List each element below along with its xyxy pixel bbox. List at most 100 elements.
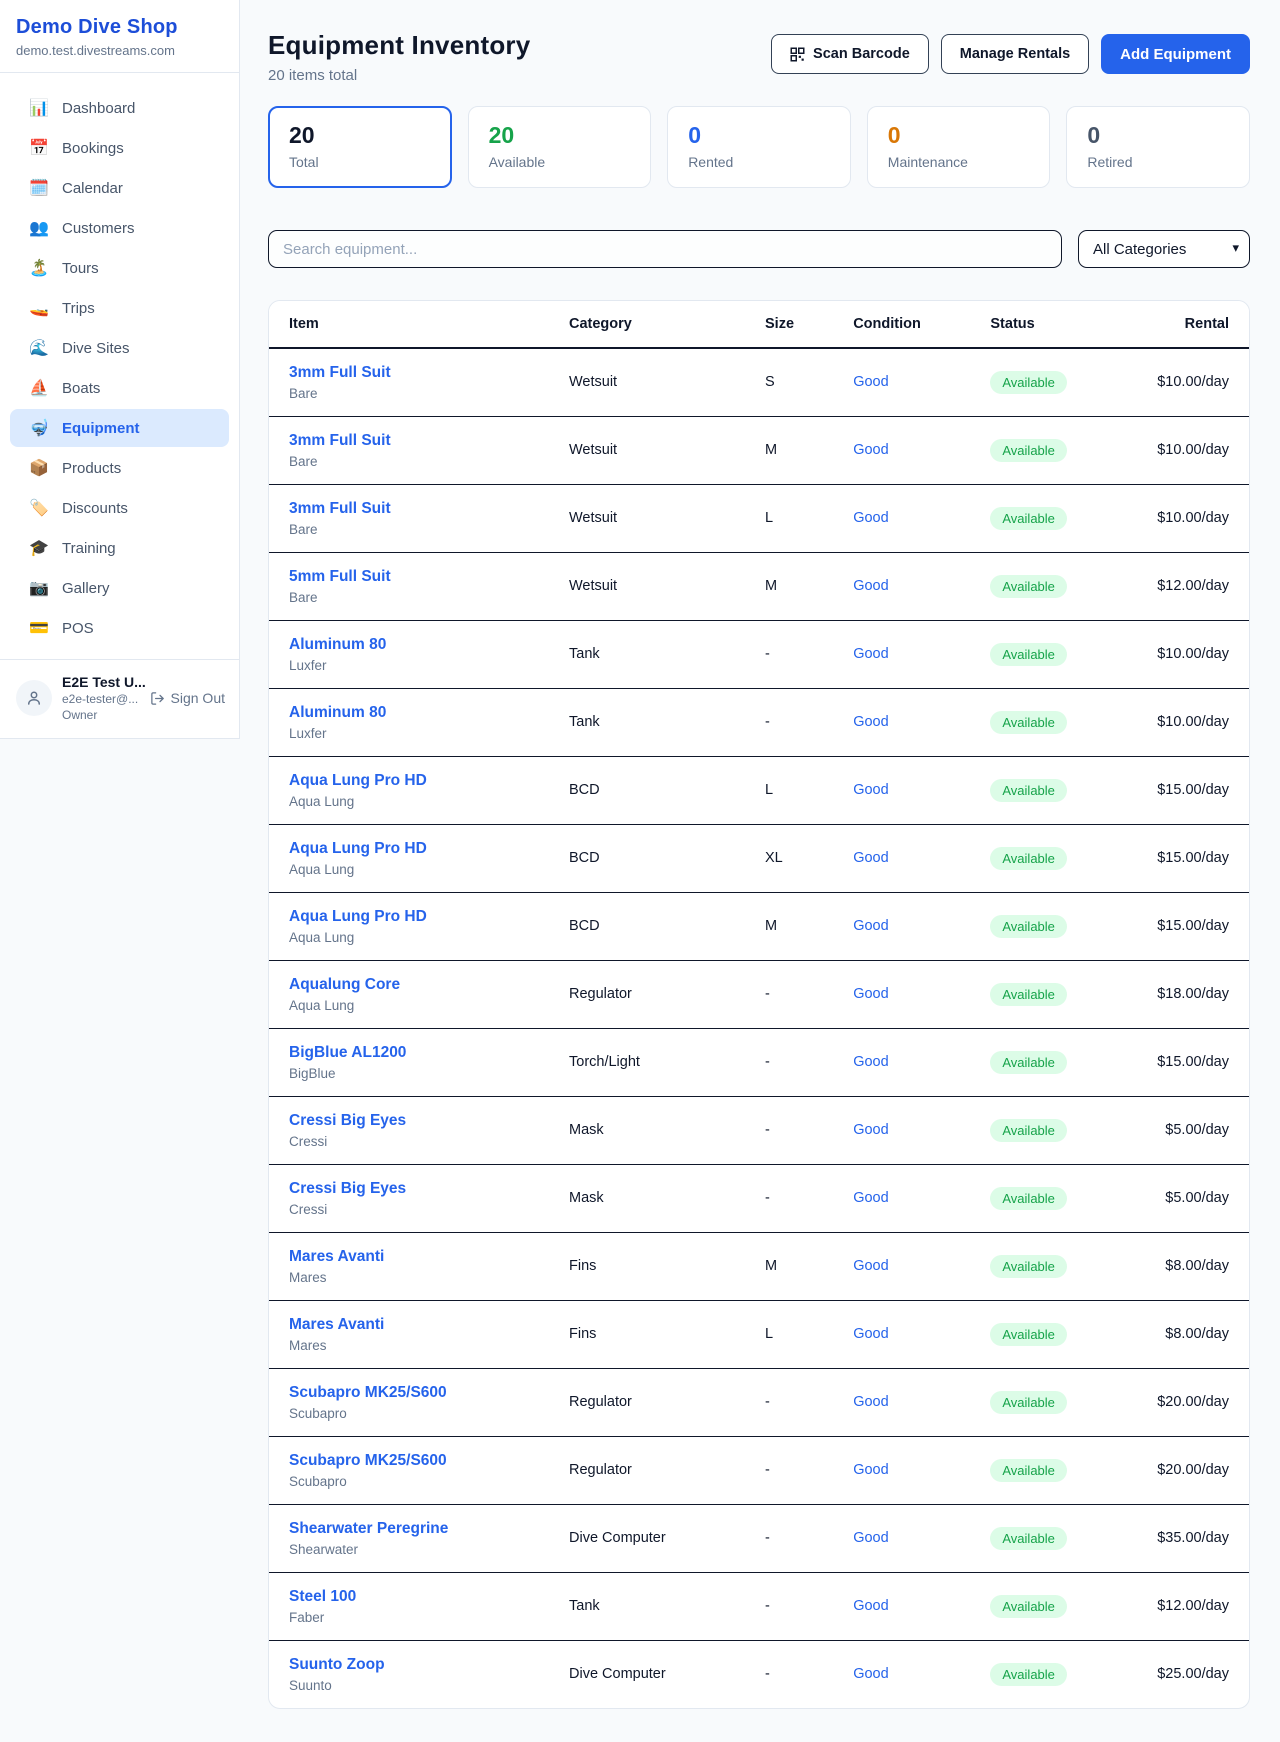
- sidebar-item-equipment[interactable]: 🤿Equipment: [10, 409, 229, 447]
- manage-rentals-button[interactable]: Manage Rentals: [941, 34, 1089, 74]
- condition-link[interactable]: Good: [853, 510, 888, 526]
- sidebar-item-tours[interactable]: 🏝️Tours: [10, 249, 229, 287]
- condition-link[interactable]: Good: [853, 442, 888, 458]
- item-name-link[interactable]: Scubapro MK25/S600: [289, 1384, 447, 1402]
- condition-link[interactable]: Good: [853, 1462, 888, 1478]
- condition-link[interactable]: Good: [853, 1190, 888, 1206]
- item-name-link[interactable]: Cressi Big Eyes: [289, 1112, 406, 1130]
- sidebar-item-label: Gallery: [62, 580, 110, 597]
- category-filter-wrap: All Categories ▾: [1078, 230, 1250, 268]
- condition-link[interactable]: Good: [853, 646, 888, 662]
- item-category: Regulator: [563, 1436, 759, 1504]
- gallery-icon: 📷: [28, 578, 50, 598]
- condition-link[interactable]: Good: [853, 1258, 888, 1274]
- condition-link[interactable]: Good: [853, 1394, 888, 1410]
- sidebar-item-calendar[interactable]: 🗓️Calendar: [10, 169, 229, 207]
- sidebar-item-pos[interactable]: 💳POS: [10, 609, 229, 647]
- add-equipment-button[interactable]: Add Equipment: [1101, 34, 1250, 74]
- search-input[interactable]: [268, 230, 1062, 268]
- sidebar-item-bookings[interactable]: 📅Bookings: [10, 129, 229, 167]
- table-row: Mares AvantiMaresFinsMGoodAvailable$8.00…: [269, 1232, 1249, 1300]
- rental-rate: $12.00/day: [1122, 552, 1249, 620]
- rental-rate: $25.00/day: [1122, 1640, 1249, 1708]
- item-brand: Mares: [289, 1338, 557, 1353]
- condition-link[interactable]: Good: [853, 1054, 888, 1070]
- sign-out-button[interactable]: Sign Out: [150, 690, 227, 706]
- sidebar-item-dive-sites[interactable]: 🌊Dive Sites: [10, 329, 229, 367]
- condition-link[interactable]: Good: [853, 374, 888, 390]
- sidebar-item-dashboard[interactable]: 📊Dashboard: [10, 89, 229, 127]
- item-name-link[interactable]: BigBlue AL1200: [289, 1044, 406, 1062]
- condition-link[interactable]: Good: [853, 1326, 888, 1342]
- item-name-link[interactable]: Steel 100: [289, 1588, 356, 1606]
- item-size: -: [759, 620, 847, 688]
- sidebar-item-training[interactable]: 🎓Training: [10, 529, 229, 567]
- item-size: -: [759, 1096, 847, 1164]
- item-name-link[interactable]: 5mm Full Suit: [289, 568, 391, 586]
- item-name-link[interactable]: Scubapro MK25/S600: [289, 1452, 447, 1470]
- item-name-link[interactable]: Aluminum 80: [289, 636, 386, 654]
- condition-link[interactable]: Good: [853, 1122, 888, 1138]
- sidebar-item-discounts[interactable]: 🏷️Discounts: [10, 489, 229, 527]
- item-size: -: [759, 1504, 847, 1572]
- item-size: -: [759, 1028, 847, 1096]
- sidebar-item-trips[interactable]: 🚤Trips: [10, 289, 229, 327]
- stat-value: 20: [289, 122, 431, 149]
- table-row: Aqua Lung Pro HDAqua LungBCDXLGoodAvaila…: [269, 824, 1249, 892]
- scan-barcode-label: Scan Barcode: [813, 46, 910, 62]
- condition-link[interactable]: Good: [853, 1530, 888, 1546]
- item-name-link[interactable]: 3mm Full Suit: [289, 432, 391, 450]
- stat-card-rented[interactable]: 0Rented: [667, 106, 851, 188]
- stat-card-total[interactable]: 20Total: [268, 106, 452, 188]
- item-name-link[interactable]: Suunto Zoop: [289, 1656, 385, 1674]
- item-name-link[interactable]: 3mm Full Suit: [289, 364, 391, 382]
- item-brand: Aqua Lung: [289, 794, 557, 809]
- table-row: 3mm Full SuitBareWetsuitMGoodAvailable$1…: [269, 416, 1249, 484]
- stat-card-available[interactable]: 20Available: [468, 106, 652, 188]
- item-name-link[interactable]: 3mm Full Suit: [289, 500, 391, 518]
- stat-label: Available: [489, 154, 631, 170]
- table-row: 3mm Full SuitBareWetsuitLGoodAvailable$1…: [269, 484, 1249, 552]
- item-brand: Faber: [289, 1610, 557, 1625]
- condition-link[interactable]: Good: [853, 578, 888, 594]
- item-name-link[interactable]: Mares Avanti: [289, 1316, 384, 1334]
- header-actions: Scan Barcode Manage Rentals Add Equipmen…: [771, 34, 1250, 74]
- sidebar-item-products[interactable]: 📦Products: [10, 449, 229, 487]
- item-name-link[interactable]: Aluminum 80: [289, 704, 386, 722]
- condition-link[interactable]: Good: [853, 714, 888, 730]
- sidebar-item-boats[interactable]: ⛵Boats: [10, 369, 229, 407]
- condition-link[interactable]: Good: [853, 850, 888, 866]
- sidebar-item-customers[interactable]: 👥Customers: [10, 209, 229, 247]
- status-badge: Available: [990, 507, 1067, 530]
- user-name: E2E Test U...: [62, 674, 140, 690]
- rental-rate: $8.00/day: [1122, 1232, 1249, 1300]
- sidebar-item-label: Bookings: [62, 140, 124, 157]
- col-header-item: Item: [269, 301, 563, 348]
- item-name-link[interactable]: Aqua Lung Pro HD: [289, 772, 427, 790]
- scan-barcode-button[interactable]: Scan Barcode: [771, 34, 929, 74]
- item-name-link[interactable]: Aqualung Core: [289, 976, 400, 994]
- condition-link[interactable]: Good: [853, 1598, 888, 1614]
- item-category: Dive Computer: [563, 1640, 759, 1708]
- stat-card-maintenance[interactable]: 0Maintenance: [867, 106, 1051, 188]
- item-category: Wetsuit: [563, 552, 759, 620]
- stat-card-retired[interactable]: 0Retired: [1066, 106, 1250, 188]
- condition-link[interactable]: Good: [853, 918, 888, 934]
- rental-rate: $10.00/day: [1122, 620, 1249, 688]
- item-name-link[interactable]: Shearwater Peregrine: [289, 1520, 448, 1538]
- condition-link[interactable]: Good: [853, 1666, 888, 1682]
- item-category: Wetsuit: [563, 416, 759, 484]
- condition-link[interactable]: Good: [853, 986, 888, 1002]
- item-name-link[interactable]: Cressi Big Eyes: [289, 1180, 406, 1198]
- item-name-link[interactable]: Aqua Lung Pro HD: [289, 908, 427, 926]
- item-name-link[interactable]: Aqua Lung Pro HD: [289, 840, 427, 858]
- sidebar-item-gallery[interactable]: 📷 Gallery: [10, 569, 229, 607]
- brand-domain: demo.test.divestreams.com: [16, 43, 223, 58]
- condition-link[interactable]: Good: [853, 782, 888, 798]
- status-badge: Available: [990, 643, 1067, 666]
- item-category: Tank: [563, 1572, 759, 1640]
- item-name-link[interactable]: Mares Avanti: [289, 1248, 384, 1266]
- table-row: Aluminum 80LuxferTank-GoodAvailable$10.0…: [269, 620, 1249, 688]
- category-filter-select[interactable]: All Categories: [1078, 230, 1250, 268]
- rental-rate: $5.00/day: [1122, 1096, 1249, 1164]
